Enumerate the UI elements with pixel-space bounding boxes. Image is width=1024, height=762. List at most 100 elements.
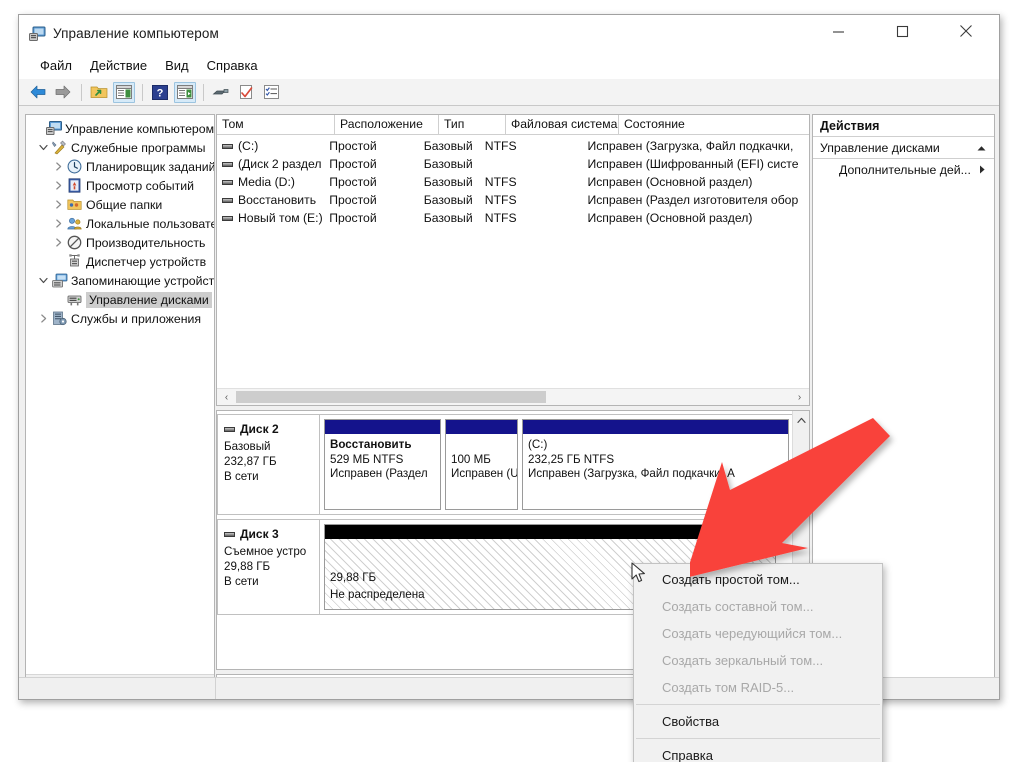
- tree-item-services-and-apps[interactable]: Службы и приложения: [26, 309, 214, 328]
- column-header-layout[interactable]: Расположение: [335, 115, 439, 134]
- services-icon: [51, 310, 68, 327]
- ctx-properties[interactable]: Свойства: [634, 708, 882, 735]
- up-folder-icon[interactable]: [88, 82, 110, 103]
- minimize-button[interactable]: [815, 15, 861, 47]
- cell-type: Базовый: [423, 139, 473, 153]
- partition-status: Исправен (Загрузка, Файл подкачки, А: [528, 467, 735, 480]
- tree-item-device-manager[interactable]: Диспетчер устройств: [26, 252, 214, 271]
- tools-icon: [51, 139, 68, 156]
- forward-icon[interactable]: [52, 82, 74, 103]
- show-action-pane-icon[interactable]: [174, 81, 196, 103]
- computer-management-icon: [29, 26, 46, 42]
- tree-twisty-none: [51, 252, 66, 271]
- cell-filesystem: NTFS: [484, 139, 517, 153]
- partition-c[interactable]: (C:) 232,25 ГБ NTFS Исправен (Загрузка, …: [522, 419, 789, 510]
- toolbar-separator-1: [81, 83, 82, 101]
- tree-twisty-collapsed[interactable]: [51, 157, 66, 176]
- volume-icon: [222, 215, 233, 221]
- tree-item-system-tools[interactable]: Служебные программы: [26, 138, 214, 157]
- window-title: Управление компьютером: [53, 26, 219, 41]
- table-row[interactable]: Восстановить Простой Базовый NTFS Исправ…: [217, 191, 809, 209]
- cell-type: Базовый: [423, 157, 473, 171]
- tree-item-label: Диспетчер устройств: [86, 254, 207, 269]
- context-menu: Создать простой том... Создать составной…: [633, 563, 883, 762]
- cell-status: Исправен (Раздел изготовителя обор: [587, 193, 799, 207]
- cell-layout: Простой: [329, 157, 377, 171]
- volume-icon: [222, 161, 233, 167]
- partition-size: 232,25 ГБ NTFS: [528, 452, 615, 466]
- table-row[interactable]: (Диск 2 раздел 2) Простой Базовый Исправ…: [217, 155, 809, 173]
- disk-info-disk2[interactable]: Диск 2 Базовый 232,87 ГБ В сети: [217, 414, 320, 515]
- tree-twisty-none: [51, 290, 66, 309]
- tree-item-storage[interactable]: Запоминающие устройст: [26, 271, 214, 290]
- ctx-help[interactable]: Справка: [634, 742, 882, 762]
- tree-item-local-users[interactable]: Локальные пользовате: [26, 214, 214, 233]
- disk-state: В сети: [224, 470, 259, 483]
- tree-twisty-expanded[interactable]: [36, 138, 51, 157]
- partition-recovery[interactable]: Восстановить 529 МБ NTFS Исправен (Разде…: [324, 419, 441, 510]
- volume-list-header: Том Расположение Тип Файловая система Со…: [217, 115, 809, 135]
- tree-twisty-collapsed[interactable]: [51, 195, 66, 214]
- actions-pane-title: Действия: [813, 115, 994, 137]
- help-icon[interactable]: ?: [149, 82, 171, 103]
- chevron-up-icon[interactable]: [977, 141, 986, 155]
- tree-item-label: Планировщик заданий: [86, 159, 214, 174]
- table-row[interactable]: Новый том (E:) Простой Базовый NTFS Испр…: [217, 209, 809, 227]
- column-header-type[interactable]: Тип: [439, 115, 506, 134]
- partition-color-bar: [325, 420, 440, 434]
- disk-info-disk3[interactable]: Диск 3 Съемное устро 29,88 ГБ В сети: [217, 519, 320, 615]
- scroll-right-icon[interactable]: ›: [791, 389, 808, 405]
- menu-help[interactable]: Справка: [198, 56, 267, 76]
- cell-filesystem: NTFS: [484, 193, 517, 207]
- tree-item-event-viewer[interactable]: Просмотр событий: [26, 176, 214, 195]
- tree-twisty-collapsed[interactable]: [51, 214, 66, 233]
- menu-file[interactable]: Файл: [31, 56, 81, 76]
- partition-color-bar: [523, 420, 788, 434]
- table-row[interactable]: (C:) Простой Базовый NTFS Исправен (Загр…: [217, 137, 809, 155]
- tree-item-label: Управление компьютером (л: [65, 121, 214, 136]
- action-more-actions[interactable]: Дополнительные дей...: [813, 159, 994, 181]
- disk-row-disk2[interactable]: Диск 2 Базовый 232,87 ГБ В сети Восстано…: [217, 414, 794, 515]
- properties-icon[interactable]: [235, 82, 257, 103]
- column-header-filesystem[interactable]: Файловая система: [506, 115, 619, 134]
- volume-icon: [222, 143, 233, 149]
- console-tree-pane: Управление компьютером (л Служебные прог…: [25, 114, 215, 692]
- tree-item-disk-management[interactable]: Управление дисками: [26, 290, 214, 309]
- volume-list-horizontal-scrollbar[interactable]: ‹ ›: [217, 388, 809, 405]
- scroll-up-icon[interactable]: [793, 412, 809, 428]
- tree-twisty-expanded[interactable]: [36, 271, 51, 290]
- storage-icon: [51, 272, 68, 289]
- tree-item-label: Службы и приложения: [71, 311, 202, 326]
- maximize-button[interactable]: [879, 15, 925, 47]
- column-header-volume[interactable]: Том: [217, 115, 335, 134]
- partition-efi[interactable]: 100 МБ Исправен (U: [445, 419, 518, 510]
- partition-color-bar: [325, 525, 775, 539]
- cell-type: Базовый: [423, 211, 473, 225]
- table-row[interactable]: Media (D:) Простой Базовый NTFS Исправен…: [217, 173, 809, 191]
- actions-group-disk-management[interactable]: Управление дисками: [813, 137, 994, 159]
- tree-item-task-scheduler[interactable]: Планировщик заданий: [26, 157, 214, 176]
- cell-volume: Восстановить: [238, 193, 317, 207]
- show-console-tree-icon[interactable]: [113, 81, 135, 103]
- console-tree: Управление компьютером (л Служебные прог…: [26, 115, 214, 674]
- tree-twisty-collapsed[interactable]: [51, 176, 66, 195]
- menu-view[interactable]: Вид: [156, 56, 198, 76]
- tree-twisty-collapsed[interactable]: [51, 233, 66, 252]
- refresh-icon[interactable]: [210, 82, 232, 103]
- close-button[interactable]: [943, 15, 989, 47]
- scroll-left-icon[interactable]: ‹: [218, 389, 235, 405]
- tree-item-computer-management[interactable]: Управление компьютером (л: [26, 119, 214, 138]
- volume-icon: [222, 179, 233, 185]
- column-header-status[interactable]: Состояние: [619, 115, 809, 134]
- tree-item-shared-folders[interactable]: Общие папки: [26, 195, 214, 214]
- performance-icon: [66, 234, 83, 251]
- chevron-right-icon[interactable]: [979, 163, 986, 177]
- ctx-create-simple-volume[interactable]: Создать простой том...: [634, 566, 882, 593]
- back-icon[interactable]: [27, 82, 49, 103]
- partition-status: Исправен (Раздел: [330, 467, 428, 480]
- tree-twisty-collapsed[interactable]: [36, 309, 51, 328]
- scroll-thumb[interactable]: [236, 391, 546, 403]
- task-list-icon[interactable]: [260, 82, 282, 103]
- tree-item-performance[interactable]: Производительность: [26, 233, 214, 252]
- menu-action[interactable]: Действие: [81, 56, 156, 76]
